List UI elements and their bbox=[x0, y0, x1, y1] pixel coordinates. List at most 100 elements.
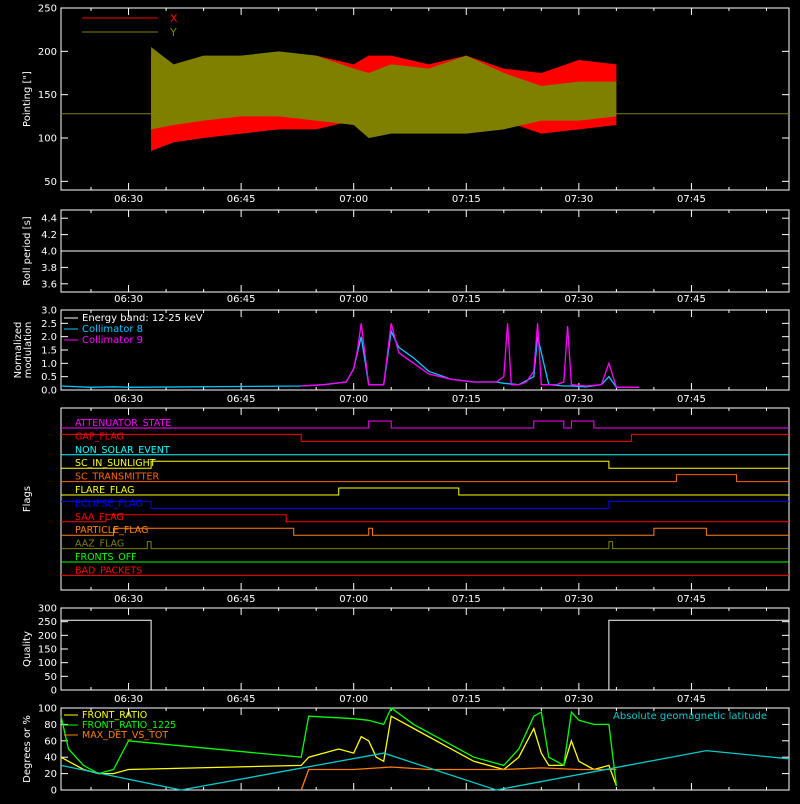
legend-label: Collimator 9 bbox=[82, 335, 143, 346]
legend-label: Y bbox=[169, 26, 177, 39]
flag-label: SC_IN_SUNLIGHT bbox=[75, 458, 156, 469]
x-tick-label: 07:30 bbox=[564, 694, 593, 705]
flag-saa-flag bbox=[61, 514, 789, 523]
flag-label: NON_SOLAR_EVENT bbox=[75, 445, 170, 456]
flag-label: FLARE_FLAG bbox=[75, 485, 135, 496]
x-tick-label: 07:30 bbox=[564, 594, 593, 605]
panel-3: 06:30 06:45 07:00 07:15 07:30 07:45Normalized… bbox=[13, 306, 790, 405]
lightcurve-stack: 06:30 06:45 07:00 07:15 07:30 07:45 Pointing [… bbox=[0, 0, 800, 800]
series-collimator-9 bbox=[301, 323, 639, 388]
legend-label: X bbox=[170, 12, 178, 25]
flag-eclipse-flag bbox=[61, 500, 789, 509]
x-tick-label: 07:15 bbox=[452, 694, 481, 705]
y-tick-label: 300 bbox=[38, 604, 57, 615]
flag-label: ATTENUATOR_STATE bbox=[75, 418, 171, 429]
flag-flare-flag bbox=[61, 487, 789, 496]
panel-1: 06:30 06:45 07:00 07:15 07:30 07:45 Pointing [… bbox=[22, 4, 790, 205]
x-tick-label: 07:00 bbox=[339, 594, 368, 605]
panel-5: 06:30 06:45 07:00 07:15 07:30 07:45 Quality 0 50… bbox=[22, 604, 790, 705]
y-tick-label: 80 bbox=[44, 720, 57, 731]
x-tick-label: 07:00 bbox=[339, 294, 368, 305]
x-tick-label: 07:45 bbox=[677, 194, 706, 205]
flag-label: ECLIPSE_FLAG bbox=[75, 498, 143, 509]
x-tick-label: 07:30 bbox=[564, 394, 593, 405]
x-tick-label: 07:45 bbox=[677, 694, 706, 705]
chart-svg: 06:30 06:45 07:00 07:15 07:30 07:45 Pointing [… bbox=[13, 4, 790, 797]
y-tick-label: 200 bbox=[38, 47, 57, 58]
y-tick-label: 1.5 bbox=[41, 346, 57, 357]
x-tick-label: 07:45 bbox=[677, 394, 706, 405]
flag-label: AAZ_FLAG bbox=[75, 539, 124, 550]
y-tick-label: 100 bbox=[38, 704, 57, 715]
x-tick-label: 07:45 bbox=[677, 594, 706, 605]
y-tick-label: 50 bbox=[44, 177, 57, 188]
flag-label: SC_TRANSMITTER bbox=[75, 472, 160, 483]
panel-4: 06:30 06:45 07:00 07:15 07:30 07:45 Flags ATTEN… bbox=[22, 407, 790, 605]
flag-particle-flag bbox=[61, 527, 789, 536]
y-axis-label: Degrees or % bbox=[22, 715, 33, 783]
series-geomag-latitude bbox=[60, 749, 790, 791]
x-tick-label: 06:45 bbox=[227, 194, 256, 205]
x-tick-label: 07:45 bbox=[677, 294, 706, 305]
x-tick-label: 07:00 bbox=[339, 694, 368, 705]
panel-6: Degrees or %020406080100FRONT_RATIOFRONT… bbox=[22, 704, 790, 797]
flag-label: BAD_PACKETS bbox=[75, 565, 142, 576]
x-tick-label: 06:30 bbox=[114, 594, 143, 605]
x-tick-label: 07:30 bbox=[564, 294, 593, 305]
flag-sc-in-sunlight bbox=[61, 460, 789, 469]
x-tick-label: 06:30 bbox=[114, 694, 143, 705]
x-tick-label: 07:00 bbox=[339, 194, 368, 205]
x-tick-label: 06:30 bbox=[114, 194, 143, 205]
flag-aaz-flag bbox=[61, 541, 789, 550]
x-tick-label: 06:45 bbox=[227, 594, 256, 605]
flag-gap-flag bbox=[61, 433, 789, 442]
x-tick-label: 06:45 bbox=[227, 694, 256, 705]
y-axis-label: modulation bbox=[23, 322, 34, 379]
y-tick-label: 3.8 bbox=[41, 263, 57, 274]
x-tick-label: 06:45 bbox=[227, 294, 256, 305]
y-tick-label: 0 bbox=[51, 786, 57, 797]
x-tick-label: 07:15 bbox=[452, 594, 481, 605]
legend-label: MAX_DET_VS_TOT bbox=[82, 730, 168, 741]
y-tick-label: 4.4 bbox=[41, 214, 57, 225]
y-tick-label: 100 bbox=[38, 134, 57, 145]
y-axis-label: Pointing ["] bbox=[22, 71, 33, 127]
y-tick-label: 2.5 bbox=[41, 319, 57, 330]
y-tick-label: 0.0 bbox=[41, 386, 57, 397]
x-tick-label: 06:45 bbox=[227, 394, 256, 405]
y-axis-label: Roll period [s] bbox=[22, 216, 33, 285]
y-tick-label: 0 bbox=[51, 686, 57, 697]
y-tick-label: 1.0 bbox=[41, 359, 57, 370]
flag-label: FRONTS_OFF bbox=[75, 552, 137, 563]
flag-sc-transmitter bbox=[61, 474, 789, 483]
plot-frame bbox=[60, 407, 790, 591]
flag-label: GAP_FLAG bbox=[75, 431, 124, 442]
flag-label: PARTICLE_FLAG bbox=[75, 525, 148, 536]
x-tick-label: 06:30 bbox=[114, 394, 143, 405]
y-tick-label: 0.5 bbox=[41, 372, 57, 383]
geomag-annotation: Absolute geomagnetic latitude bbox=[613, 711, 767, 722]
y-tick-label: 100 bbox=[38, 658, 57, 669]
y-tick-label: 60 bbox=[44, 736, 57, 747]
y-tick-label: 200 bbox=[38, 631, 57, 642]
y-tick-label: 4.0 bbox=[41, 247, 57, 258]
y-tick-label: 3.0 bbox=[41, 306, 57, 317]
y-axis-label: Flags bbox=[22, 486, 33, 512]
x-tick-label: 07:15 bbox=[452, 394, 481, 405]
y-tick-label: 40 bbox=[44, 753, 57, 764]
quality-line bbox=[61, 619, 789, 691]
y-tick-label: 20 bbox=[44, 769, 57, 780]
series-max-det-vs-tot bbox=[300, 766, 617, 791]
x-tick-label: 07:15 bbox=[452, 294, 481, 305]
y-axis-label: Quality bbox=[22, 631, 33, 667]
y-tick-label: 250 bbox=[38, 617, 57, 628]
x-tick-label: 07:00 bbox=[339, 394, 368, 405]
flag-label: SAA_FLAG bbox=[75, 512, 124, 523]
y-tick-label: 2.0 bbox=[41, 332, 57, 343]
y-tick-label: 250 bbox=[38, 4, 57, 15]
x-tick-label: 07:30 bbox=[564, 194, 593, 205]
x-tick-label: 06:30 bbox=[114, 294, 143, 305]
panel-2: 06:30 06:45 07:00 07:15 07:30 07:45 Roll perio… bbox=[22, 209, 790, 305]
y-tick-label: 150 bbox=[38, 645, 57, 656]
x-tick-label: 07:15 bbox=[452, 194, 481, 205]
